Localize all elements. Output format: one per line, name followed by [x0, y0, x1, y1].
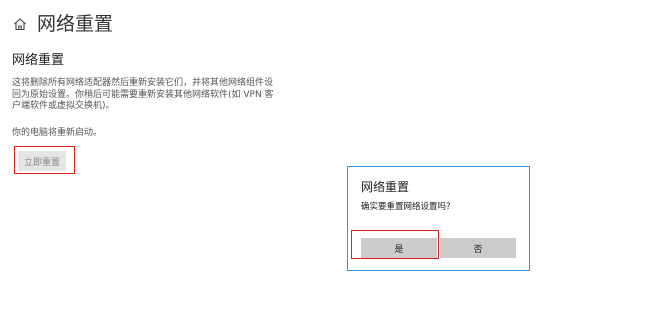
page-title: 网络重置: [37, 13, 114, 35]
no-button[interactable]: 否: [440, 238, 516, 258]
home-icon[interactable]: [13, 17, 27, 31]
section-heading: 网络重置: [12, 53, 65, 68]
dialog-message: 确实要重置网络设置吗?: [361, 202, 451, 212]
reset-now-button[interactable]: 立即重置: [18, 151, 66, 171]
highlight-yes-button: [351, 230, 439, 259]
reset-description: 这将删除所有网络适配器然后重新安装它们，并将其他网络组件设回为原始设置。你稍后可…: [12, 78, 274, 111]
restart-note: 你的电脑将重新启动。: [12, 128, 103, 138]
dialog-title: 网络重置: [361, 180, 410, 194]
